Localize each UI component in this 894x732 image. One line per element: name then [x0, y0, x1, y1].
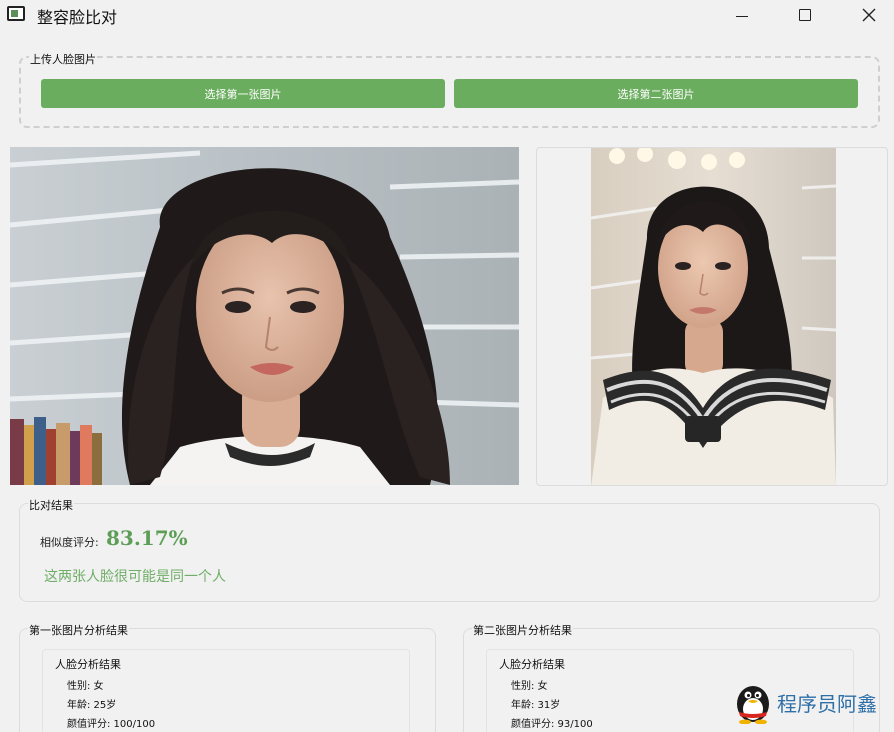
first-beauty-score: 颜值评分: 100/100: [67, 719, 156, 730]
similarity-score: 83.17%: [106, 526, 188, 550]
second-face-image: [536, 147, 888, 486]
minimize-icon: [736, 15, 748, 17]
first-gender: 性别: 女: [67, 681, 104, 692]
second-gender: 性别: 女: [511, 681, 548, 692]
select-first-image-button[interactable]: 选择第一张图片: [41, 79, 445, 108]
comparison-result-group: 比对结果 相似度评分: 83.17% 这两张人脸很可能是同一个人: [19, 497, 880, 602]
minimize-button[interactable]: [719, 0, 765, 30]
app-icon: [7, 6, 25, 21]
upload-group-title: 上传人脸图片: [29, 51, 97, 67]
comparison-verdict: 这两张人脸很可能是同一个人: [44, 569, 226, 585]
watermark-text: 程序员阿鑫: [777, 692, 877, 716]
similarity-label: 相似度评分:: [40, 536, 99, 549]
watermark: 程序员阿鑫: [733, 682, 883, 724]
first-face-analysis-heading: 人脸分析结果: [55, 658, 121, 671]
maximize-button[interactable]: [782, 0, 828, 30]
second-analysis-title: 第二张图片分析结果: [472, 622, 573, 638]
close-icon: [862, 8, 876, 22]
second-beauty-score: 颜值评分: 93/100: [511, 719, 593, 730]
title-bar: 整容脸比对: [0, 0, 894, 30]
second-age: 年龄: 31岁: [511, 700, 561, 711]
first-face-image: [10, 147, 519, 485]
result-group-title: 比对结果: [28, 497, 74, 513]
first-face-analysis-box: 人脸分析结果 性别: 女 年龄: 25岁 颜值评分: 100/100: [42, 649, 410, 732]
second-face-analysis-heading: 人脸分析结果: [499, 658, 565, 671]
first-age: 年龄: 25岁: [67, 700, 117, 711]
first-analysis-title: 第一张图片分析结果: [28, 622, 129, 638]
window-title: 整容脸比对: [37, 8, 118, 27]
close-button[interactable]: [846, 0, 892, 30]
select-second-image-button[interactable]: 选择第二张图片: [454, 79, 858, 108]
upload-group: 上传人脸图片 选择第一张图片 选择第二张图片: [19, 51, 880, 128]
maximize-icon: [799, 9, 811, 21]
penguin-icon: [737, 686, 769, 724]
first-image-analysis-group: 第一张图片分析结果 人脸分析结果 性别: 女 年龄: 25岁 颜值评分: 100…: [19, 622, 436, 732]
